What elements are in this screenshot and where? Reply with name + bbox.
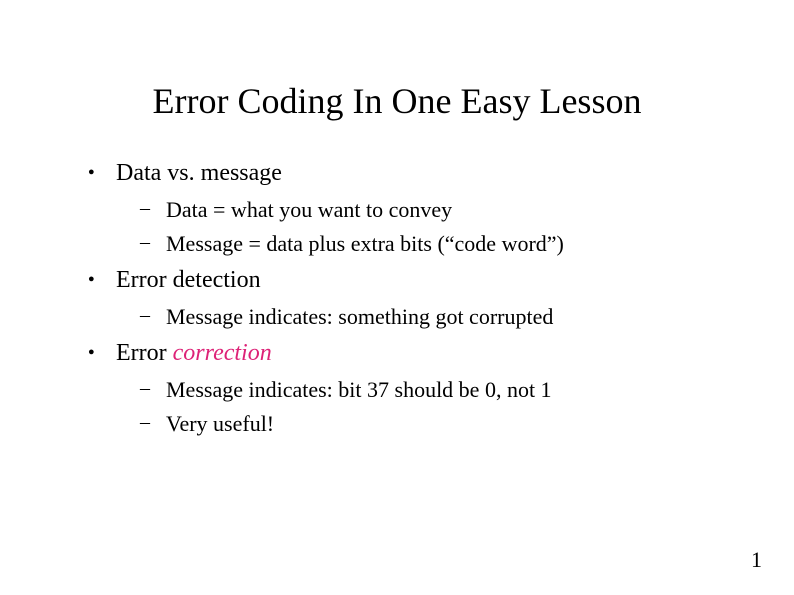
bullet-label: Error detection (116, 267, 261, 293)
sub-list: Message indicates: something got corrupt… (116, 304, 724, 330)
sub-item: Data = what you want to convey (140, 197, 724, 223)
bullet-label: Data vs. message (116, 160, 282, 186)
bullet-list: Data vs. message Data = what you want to… (70, 160, 724, 437)
sub-item: Message = data plus extra bits (“code wo… (140, 231, 724, 257)
bullet-item: Error correction Message indicates: bit … (88, 340, 724, 437)
bullet-item: Error detection Message indicates: somet… (88, 267, 724, 330)
sub-list: Data = what you want to convey Message =… (116, 197, 724, 257)
bullet-label-emphasis: correction (173, 340, 272, 366)
slide-title: Error Coding In One Easy Lesson (70, 80, 724, 122)
page-number: 1 (751, 547, 762, 573)
bullet-item: Data vs. message Data = what you want to… (88, 160, 724, 257)
sub-item: Message indicates: bit 37 should be 0, n… (140, 377, 724, 403)
sub-item: Message indicates: something got corrupt… (140, 304, 724, 330)
bullet-label-prefix: Error (116, 340, 173, 366)
sub-item: Very useful! (140, 411, 724, 437)
sub-list: Message indicates: bit 37 should be 0, n… (116, 377, 724, 437)
